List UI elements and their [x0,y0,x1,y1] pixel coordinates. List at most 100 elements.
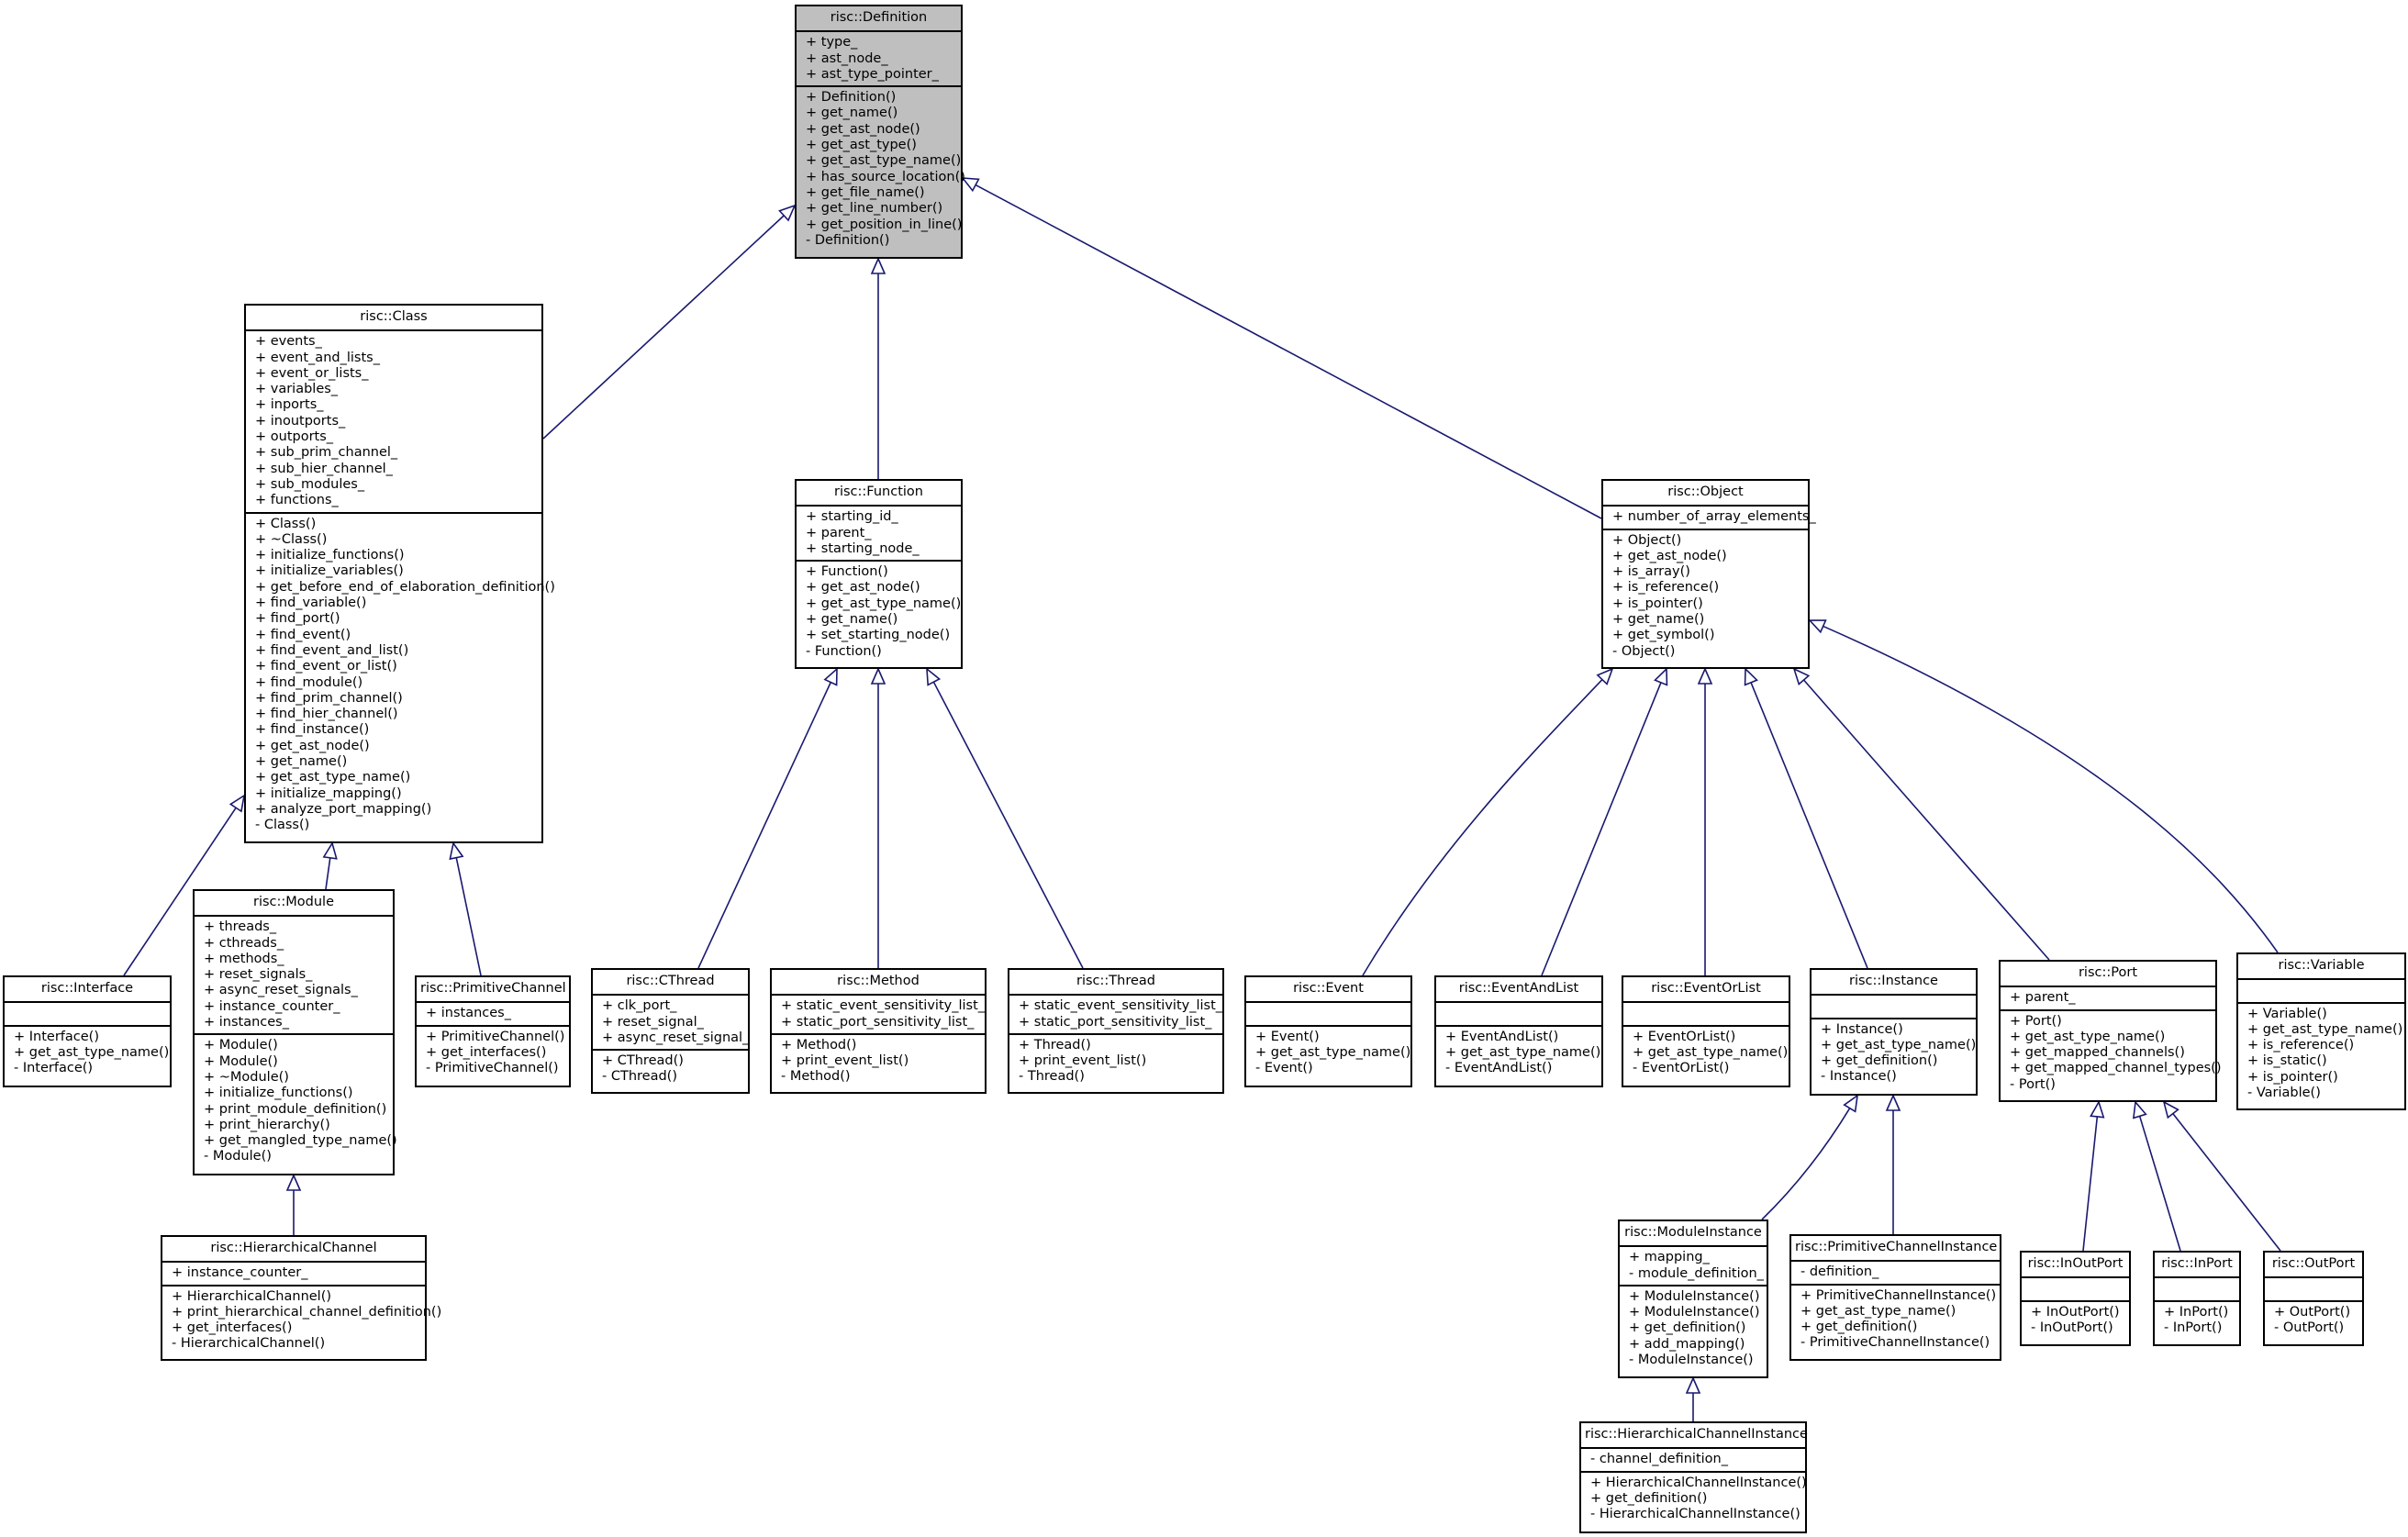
method: + find_event() [255,627,351,642]
class-name[interactable]: risc::Definition [797,6,961,33]
method: - Instance() [1821,1069,1897,1085]
empty-attributes [1633,1006,1779,1021]
inheritance-edge-cthread-to-function [697,667,838,969]
class-name[interactable]: risc::OutPort [2265,1253,2362,1279]
class-box-hierarchical-channel-instance[interactable]: risc::HierarchicalChannelInstance - chann… [1579,1421,1808,1533]
class-box-primitive-channel[interactable]: risc::PrimitiveChannel + instances_ + Prim… [415,975,571,1087]
class-name[interactable]: risc::HierarchicalChannel [162,1237,425,1264]
class-name[interactable]: risc::Object [1603,481,1808,507]
attribute: + async_reset_signal_ [602,1030,750,1045]
method: + get_name() [255,754,348,770]
inheritance-arrowhead-icon [322,841,338,860]
method: + get_file_name() [806,184,925,200]
inheritance-arrowhead-icon [926,667,942,686]
method: - Object() [1612,643,1676,659]
class-name[interactable]: risc::CThread [593,970,748,997]
class-name[interactable]: risc::InOutPort [2022,1253,2129,1279]
class-name[interactable]: risc::Function [797,481,961,507]
class-name[interactable]: risc::Module [195,891,393,918]
method: - Interface() [14,1061,94,1076]
methods-section: + InOutPort() - InOutPort() [2022,1302,2129,1340]
class-name[interactable]: risc::Instance [1812,970,1976,997]
inheritance-arrowhead-icon [1744,667,1758,686]
class-name[interactable]: risc::Variable [2238,954,2404,981]
class-box-interface[interactable]: risc::Interface + Interface() + get_ast_ty… [3,975,172,1087]
class-box-in-port[interactable]: risc::InPort + InPort() - InPort() [2153,1251,2241,1346]
class-name[interactable]: risc::InPort [2155,1253,2239,1279]
class-box-variable[interactable]: risc::Variable + Variable() + get_ast_type… [2236,952,2406,1110]
method: + get_ast_node() [806,580,920,596]
method: + get_mapped_channels() [2010,1045,2185,1061]
class-box-port[interactable]: risc::Port + parent_ + Port() + get_ast_typ… [1999,960,2222,1102]
method: - Event() [1255,1061,1313,1076]
class-box-instance[interactable]: risc::Instance + Instance() + get_ast_type… [1810,968,1978,1096]
class-box-method[interactable]: risc::Method + static_event_sensitivity_l… [770,968,987,1094]
class-box-hierarchical-channel[interactable]: risc::HierarchicalChannel + instance_coun… [161,1235,442,1361]
class-name[interactable]: risc::Port [2001,962,2215,988]
class-name[interactable]: risc::EventAndList [1436,977,1601,1004]
class-name[interactable]: risc::Class [246,306,541,332]
methods-section: + EventAndList() + get_ast_type_name() - E… [1436,1027,1601,1080]
attribute: + inoutports_ [255,413,346,429]
class-box-module-instance[interactable]: risc::ModuleInstance + mapping_ - module_d… [1618,1220,1768,1378]
class-name[interactable]: risc::Interface [5,977,170,1004]
class-box-event-and-list[interactable]: risc::EventAndList+ EventAndList() + get_… [1434,975,1603,1087]
attributes-section [2265,1278,2362,1302]
empty-attributes [14,1006,161,1021]
class-box-cthread[interactable]: risc::CThread + clk_port_ + reset_signal_ +… [591,968,750,1094]
method: - HierarchicalChannelInstance() [1590,1507,1800,1522]
class-box-primitive-channel-instance[interactable]: risc::PrimitiveChannelInstance - definiti… [1789,1234,2001,1361]
class-name[interactable]: risc::Thread [1009,970,1222,997]
method: - Class() [255,818,310,833]
method: + initialize_functions() [255,548,405,563]
class-name[interactable]: risc::Method [772,970,985,997]
attributes-section: + instance_counter_ [162,1263,425,1286]
method: + is_reference() [2247,1038,2355,1053]
class-name[interactable]: risc::PrimitiveChannel [417,977,569,1004]
method: + print_hierarchy() [204,1117,330,1132]
method: - EventAndList() [1445,1061,1553,1076]
method: + print_hierarchical_channel_definition(… [172,1304,442,1320]
class-box-module[interactable]: risc::Module + threads_ + cthreads_ + metho… [193,889,397,1175]
class-name[interactable]: risc::ModuleInstance [1620,1221,1767,1248]
class-box-function[interactable]: risc::Function + starting_id_ + parent_ + s… [795,479,963,669]
class-box-out-port[interactable]: risc::OutPort + OutPort() - OutPort() [2263,1251,2364,1346]
class-box-event[interactable]: risc::Event + Event() + get_ast_type_name(… [1244,975,1412,1087]
method: + is_static() [2247,1053,2327,1069]
empty-attributes [1821,998,1967,1014]
attribute: + static_port_sensitivity_list_ [781,1014,975,1030]
class-box-definition[interactable]: risc::Definition + type_ + ast_node_ + ast_… [795,5,965,259]
inheritance-arrowhead-icon [1685,1376,1701,1394]
attribute: - definition_ [1800,1264,1879,1280]
class-box-thread[interactable]: risc::Thread + static_event_sensitivity_l… [1008,968,1224,1094]
class-box-object[interactable]: risc::Object + number_of_array_elements_ +… [1601,479,1816,669]
attributes-section: + parent_ [2001,987,2215,1011]
attribute: + reset_signal_ [602,1014,704,1030]
class-box-event-or-list[interactable]: risc::EventOrList + EventOrList() + get_as… [1622,975,1790,1087]
inheritance-edge-inport-to-port [2132,1100,2181,1252]
method: + HierarchicalChannel() [172,1288,332,1304]
method: + PrimitiveChannelInstance() [1800,1287,1997,1303]
class-name[interactable]: risc::Event [1246,977,1410,1004]
method: + get_definition() [1590,1490,1708,1506]
method: + ModuleInstance() [1629,1305,1760,1320]
inheritance-edge-thread-to-function [926,667,1084,969]
class-name[interactable]: risc::PrimitiveChannelInstance [1791,1236,2000,1263]
attribute: + instances_ [426,1006,511,1021]
method: - HierarchicalChannel() [172,1336,326,1352]
method: - Definition() [806,232,890,248]
method: + get_ast_type_name() [1821,1037,1977,1053]
method: + get_ast_type_name() [2247,1021,2403,1037]
class-name[interactable]: risc::HierarchicalChannelInstance [1581,1423,1808,1450]
inheritance-edge-event-to-object [1362,667,1614,976]
attributes-section: + mapping_ - module_definition_ [1620,1247,1767,1286]
attributes-section [1812,996,1976,1019]
method: + Module() [204,1053,278,1069]
empty-attributes [2164,1281,2230,1297]
methods-section: + Function() + get_ast_node() + get_ast_ty… [797,562,961,663]
class-name[interactable]: risc::EventOrList [1623,977,1789,1004]
attribute: + variables_ [255,382,339,397]
class-box-in-out-port[interactable]: risc::InOutPort+ InOutPort() - InOutPort(… [2020,1251,2131,1346]
class-box-class[interactable]: risc::Class + events_ + event_and_lists_ + … [244,304,555,843]
method: + find_hier_channel() [255,707,398,722]
